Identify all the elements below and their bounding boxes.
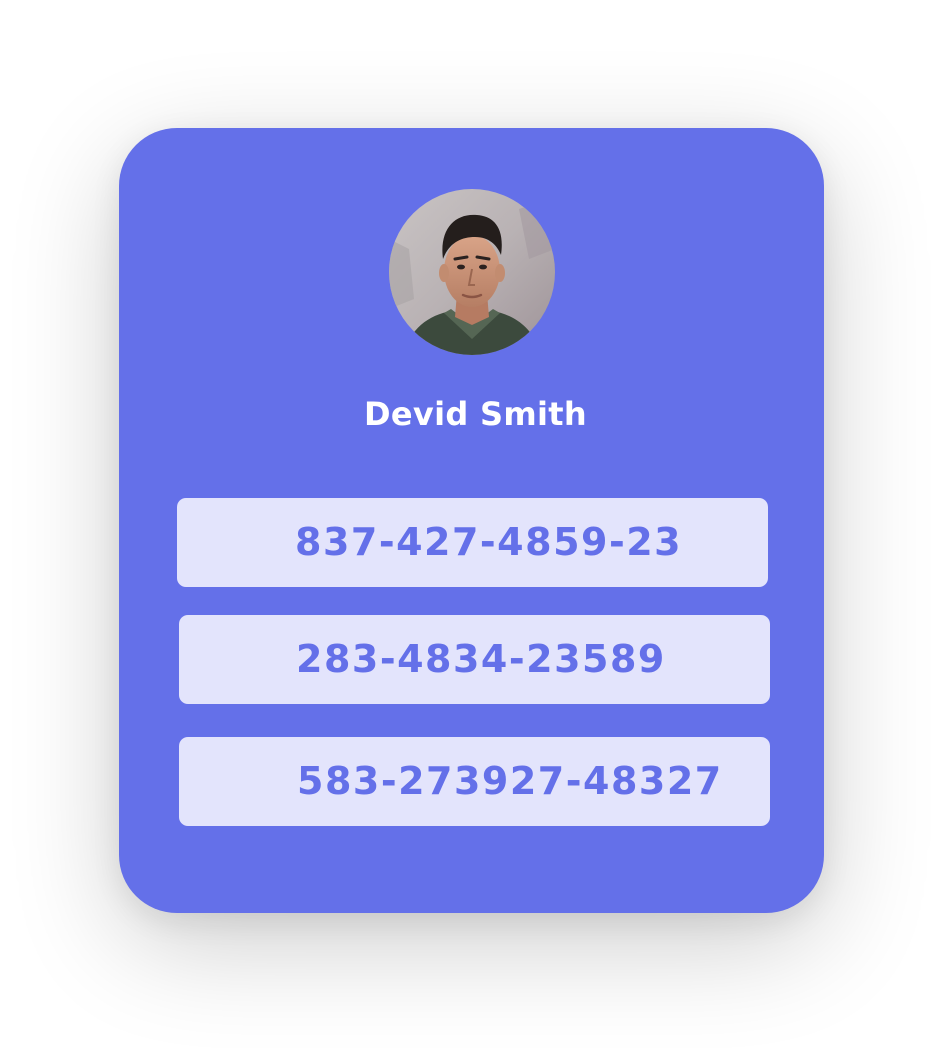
phone-number-item[interactable]: 283-4834-23589 (179, 615, 770, 704)
phone-number-item[interactable]: 583-273927-48327 (179, 737, 770, 826)
avatar[interactable] (389, 189, 555, 355)
phone-number-item[interactable]: 837-427-4859-23 (177, 498, 768, 587)
profile-name: Devid Smith (364, 395, 587, 433)
user-photo-icon (389, 189, 555, 355)
profile-card: Devid Smith 837-427-4859-23 283-4834-235… (119, 128, 824, 913)
